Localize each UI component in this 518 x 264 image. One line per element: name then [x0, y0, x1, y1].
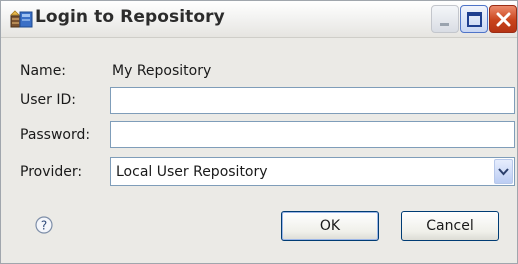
chevron-down-icon — [498, 168, 509, 176]
password-field[interactable] — [110, 121, 515, 148]
help-icon: ? — [35, 216, 53, 234]
minimize-icon — [440, 23, 449, 26]
userid-field[interactable] — [110, 87, 515, 114]
repository-icon — [10, 9, 34, 29]
provider-selected-value: Local User Repository — [116, 164, 268, 180]
svg-text:?: ? — [41, 219, 47, 233]
login-dialog: Login to Repository Name: My Repository … — [0, 0, 518, 264]
maximize-icon — [467, 12, 482, 27]
maximize-button[interactable] — [460, 5, 488, 33]
help-button[interactable]: ? — [35, 216, 53, 234]
name-value: My Repository — [112, 63, 212, 79]
window-title: Login to Repository — [35, 7, 225, 27]
password-label: Password: — [20, 127, 91, 143]
cancel-button[interactable]: Cancel — [401, 211, 499, 241]
close-icon — [496, 12, 511, 27]
provider-label: Provider: — [20, 164, 83, 180]
dropdown-arrow-button[interactable] — [494, 159, 513, 184]
ok-button[interactable]: OK — [281, 211, 379, 241]
close-button[interactable] — [489, 5, 517, 33]
title-bar[interactable]: Login to Repository — [1, 1, 517, 38]
userid-label: User ID: — [20, 92, 76, 108]
name-label: Name: — [20, 63, 67, 79]
provider-dropdown[interactable]: Local User Repository — [110, 157, 515, 186]
minimize-button[interactable] — [431, 5, 459, 33]
